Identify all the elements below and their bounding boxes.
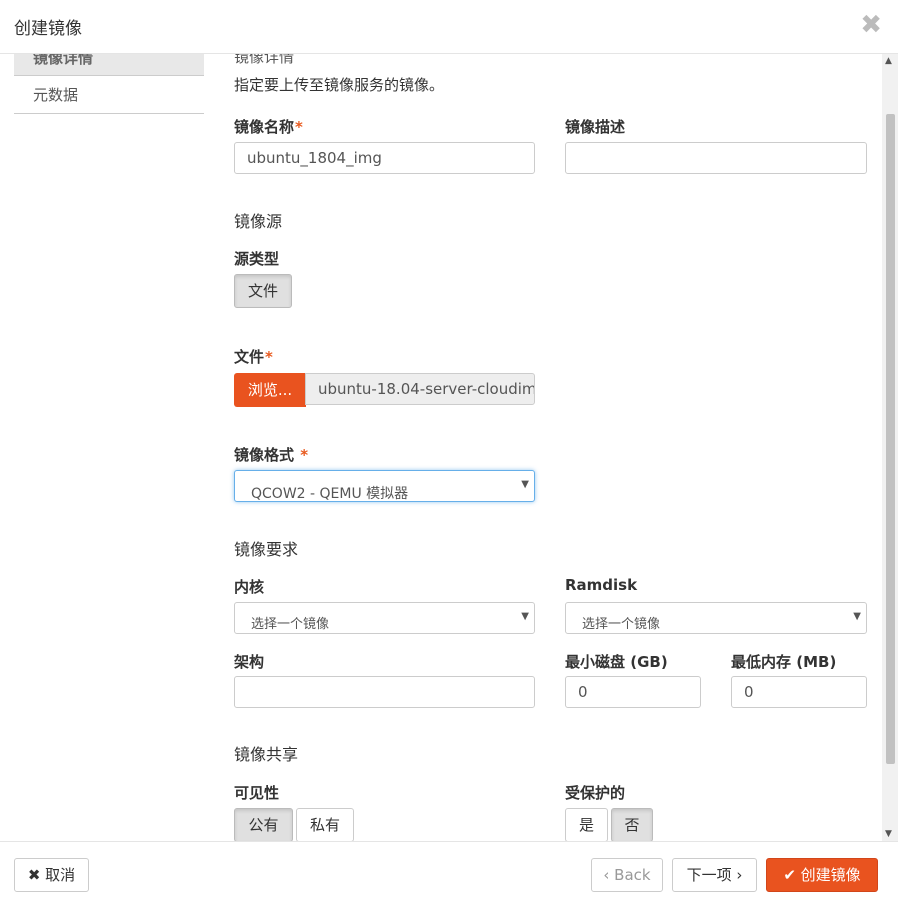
protected-no-button[interactable]: 否 (611, 808, 653, 841)
sidebar-item-image-details[interactable]: 镜像详情 (14, 54, 204, 76)
cancel-button[interactable]: ✖ 取消 (14, 858, 89, 892)
image-name-input[interactable]: ubuntu_1804_img (234, 142, 535, 174)
min-disk-label: 最小磁盘 (GB) (565, 653, 668, 671)
file-name-field: ubuntu-18.04-server-cloudim (305, 373, 535, 405)
chevron-down-icon: ▼ (521, 479, 529, 490)
chevron-down-icon: ▼ (853, 611, 861, 622)
min-ram-input[interactable]: 0 (731, 676, 867, 708)
scroll-up-arrow-icon[interactable]: ▲ (885, 56, 892, 66)
cancel-label: 取消 (45, 866, 76, 884)
create-image-label: 创建镜像 (800, 866, 861, 884)
image-source-heading: 镜像源 (234, 212, 283, 231)
file-label: 文件* (234, 346, 273, 367)
scroll-thumb[interactable] (886, 114, 895, 764)
create-image-modal: 创建镜像 ✖ 镜像详情 元数据 镜像详情 指定要上传至镜像服务的镜像。 镜像名称… (0, 0, 898, 908)
image-format-label-text: 镜像格式 (234, 446, 295, 464)
close-icon: ✖ (27, 866, 41, 884)
browse-button[interactable]: 浏览... (234, 373, 306, 407)
image-name-label: 镜像名称* (234, 116, 303, 137)
next-label: 下一项 (686, 866, 732, 884)
chevron-down-icon: ▼ (521, 611, 529, 622)
image-requirements-heading: 镜像要求 (234, 540, 299, 559)
visibility-private-button[interactable]: 私有 (296, 808, 354, 841)
modal-header: 创建镜像 ✖ (0, 0, 898, 54)
image-format-label: 镜像格式 * (234, 444, 308, 465)
image-format-value: QCOW2 - QEMU 模拟器 (251, 486, 409, 502)
visibility-public-button[interactable]: 公有 (234, 808, 293, 841)
architecture-input[interactable] (234, 676, 535, 708)
close-icon[interactable]: ✖ (860, 12, 882, 38)
chevron-right-icon: › (736, 866, 743, 884)
kernel-value: 选择一个镜像 (251, 617, 330, 632)
create-image-button[interactable]: ✔ 创建镜像 (766, 858, 878, 892)
kernel-select[interactable]: 选择一个镜像 ▼ (234, 602, 535, 634)
image-description-label: 镜像描述 (565, 118, 626, 136)
back-button[interactable]: ‹ Back (591, 858, 663, 892)
scroll-down-arrow-icon[interactable]: ▼ (885, 829, 892, 839)
next-button[interactable]: 下一项 › (672, 858, 757, 892)
modal-body: 镜像详情 元数据 镜像详情 指定要上传至镜像服务的镜像。 镜像名称* ubunt… (0, 54, 898, 841)
image-sharing-heading: 镜像共享 (234, 745, 299, 764)
modal-title: 创建镜像 (14, 19, 82, 39)
sidebar-item-metadata[interactable]: 元数据 (14, 76, 204, 114)
file-label-text: 文件 (234, 348, 265, 366)
required-asterisk: * (300, 446, 309, 464)
scrollbar[interactable]: ▲ ▼ (882, 54, 898, 841)
modal-footer: ✖ 取消 ‹ Back 下一项 › ✔ 创建镜像 (0, 841, 898, 908)
required-asterisk: * (295, 118, 303, 136)
image-format-select[interactable]: QCOW2 - QEMU 模拟器 ▼ (234, 470, 535, 502)
ramdisk-select[interactable]: 选择一个镜像 ▼ (565, 602, 867, 634)
ramdisk-value: 选择一个镜像 (582, 617, 661, 632)
min-ram-label: 最低内存 (MB) (731, 653, 837, 671)
architecture-label: 架构 (234, 653, 265, 671)
help-text: 指定要上传至镜像服务的镜像。 (234, 76, 445, 94)
required-asterisk: * (265, 348, 273, 366)
kernel-label: 内核 (234, 578, 265, 596)
source-type-file-button[interactable]: 文件 (234, 274, 292, 308)
source-type-label: 源类型 (234, 250, 280, 268)
visibility-label: 可见性 (234, 784, 280, 802)
min-disk-input[interactable]: 0 (565, 676, 701, 708)
section-title: 镜像详情 (234, 54, 295, 66)
chevron-left-icon: ‹ (603, 866, 610, 884)
image-description-input[interactable] (565, 142, 867, 174)
protected-yes-button[interactable]: 是 (565, 808, 608, 841)
back-label: Back (614, 866, 651, 884)
image-name-label-text: 镜像名称 (234, 118, 295, 136)
ramdisk-label: Ramdisk (565, 576, 638, 594)
wizard-sidebar: 镜像详情 元数据 (14, 54, 204, 114)
check-icon: ✔ (783, 866, 796, 884)
protected-label: 受保护的 (565, 784, 626, 802)
